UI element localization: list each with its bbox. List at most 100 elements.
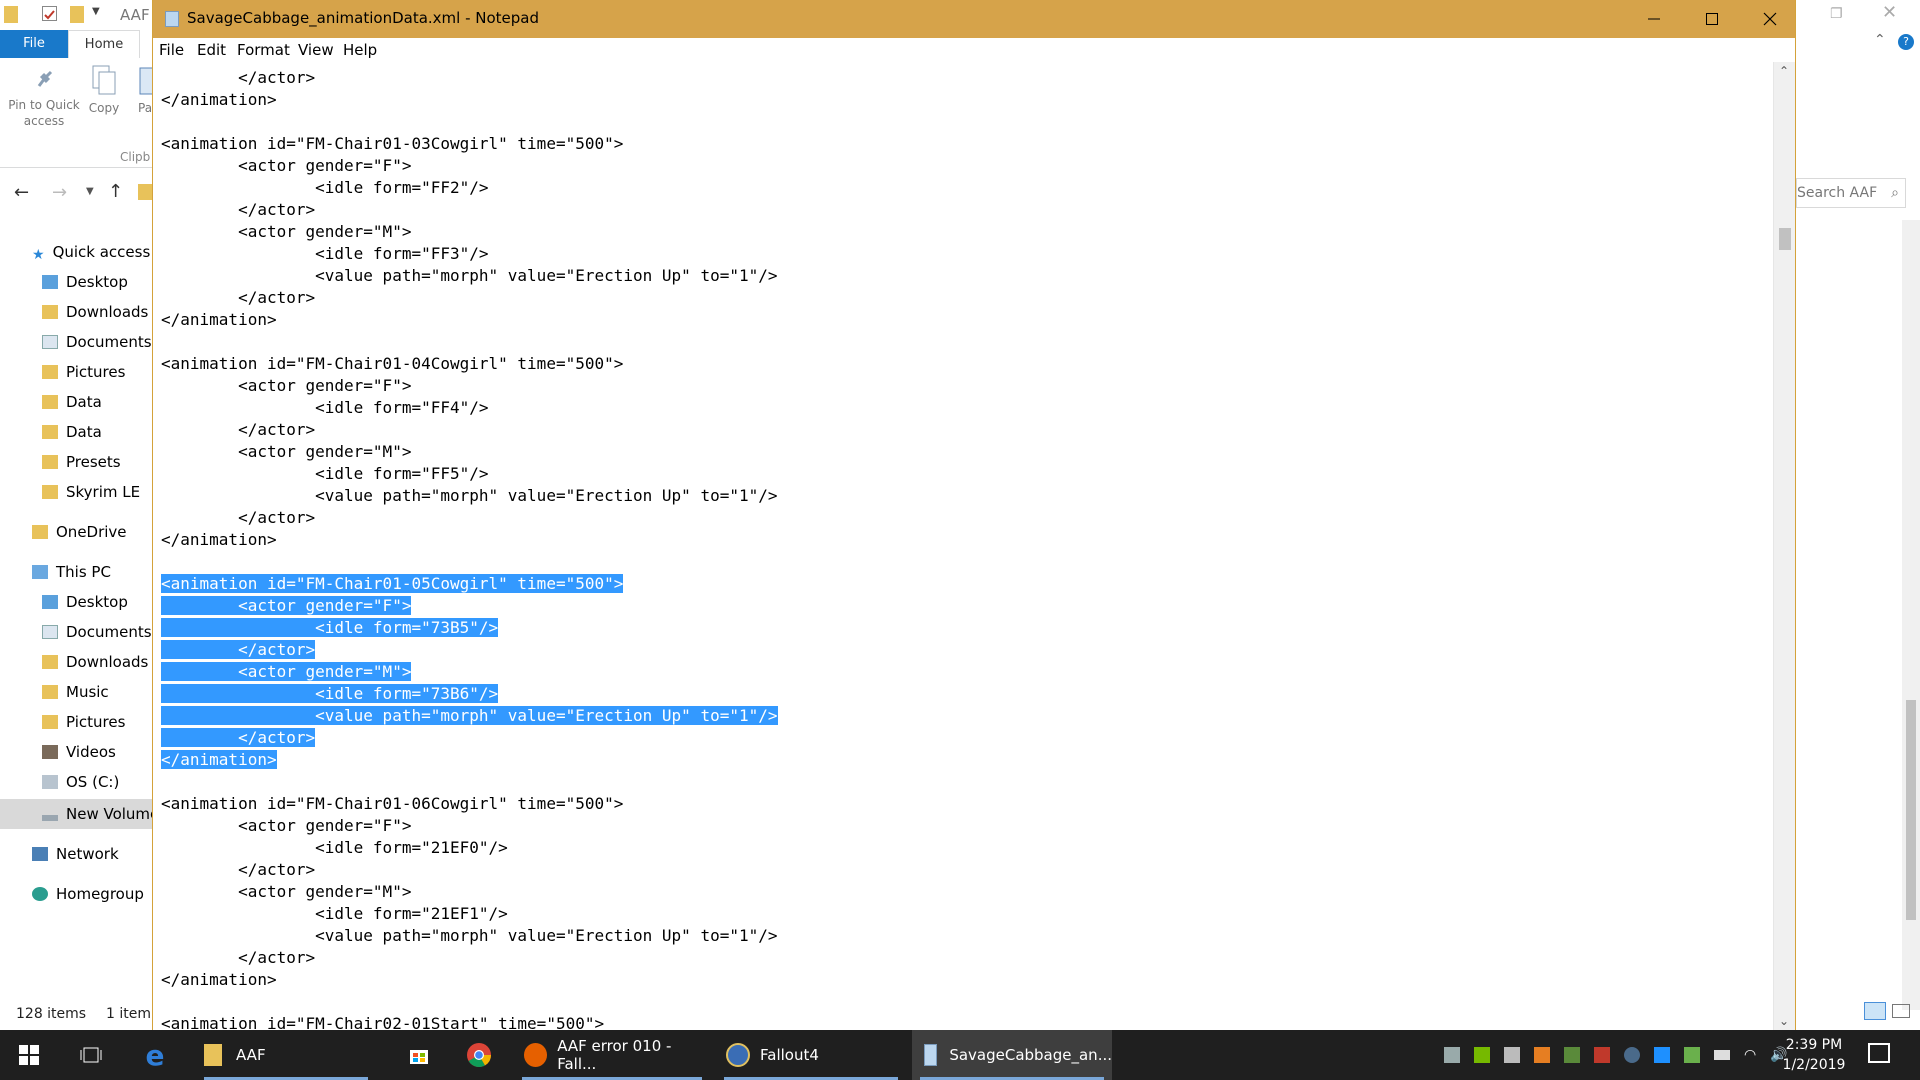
menu-file[interactable]: File (159, 41, 184, 59)
text-line (161, 111, 778, 133)
text-line: <animation id="FM-Chair02-01Start" time=… (161, 1013, 778, 1030)
nav-item-skyrim-le[interactable]: Skyrim LE (42, 478, 140, 506)
paste-button[interactable]: Pa (138, 64, 152, 115)
text-line-content: </actor> (161, 420, 316, 439)
text-line: </actor> (161, 639, 778, 661)
nav-pc-downloads[interactable]: Downloads (42, 648, 148, 676)
collapse-ribbon-icon[interactable]: ⌃ (1874, 32, 1886, 48)
restore-icon[interactable]: ❐ (1830, 6, 1843, 22)
nav-homegroup[interactable]: Homegroup (32, 880, 144, 908)
taskbar-item-fallout4[interactable]: Fallout4 (716, 1030, 906, 1080)
nav-item-data[interactable]: Data (42, 388, 102, 416)
text-line: </animation> (161, 529, 778, 551)
up-arrow-icon[interactable]: ↑ (108, 181, 123, 202)
details-view-icon[interactable] (1864, 1002, 1886, 1020)
chrome-button[interactable] (454, 1030, 504, 1080)
taskbar-item-firefox[interactable]: AAF error 010 - Fall... (514, 1030, 710, 1080)
nav-item-desktop[interactable]: Desktop (42, 268, 128, 296)
tab-home[interactable]: Home (68, 30, 140, 58)
forward-arrow-icon[interactable]: → (52, 182, 67, 203)
nav-label: Pictures (66, 713, 126, 731)
usb-icon[interactable] (1504, 1047, 1520, 1063)
nav-pc-documents[interactable]: Documents (42, 618, 152, 646)
text-line: </animation> (161, 749, 778, 771)
menu-help[interactable]: Help (343, 41, 377, 59)
task-view-button[interactable] (66, 1030, 116, 1080)
text-line: <value path="morph" value="Erection Up" … (161, 925, 777, 947)
nav-network[interactable]: Network (32, 840, 119, 868)
nvidia-icon[interactable] (1474, 1047, 1490, 1063)
start-button[interactable] (0, 1030, 58, 1080)
tray-app-icon[interactable] (1564, 1047, 1580, 1063)
nav-label: OS (C:) (66, 773, 120, 791)
taskbar-item-explorer[interactable]: AAF (196, 1030, 376, 1080)
nav-quick-access[interactable]: ★ Quick access (32, 238, 150, 266)
menu-edit[interactable]: Edit (197, 41, 226, 59)
onedrive-folder-icon (32, 525, 48, 539)
text-line: <idle form="73B6"/> (161, 683, 778, 705)
tray-app-icon[interactable] (1654, 1047, 1670, 1063)
nav-item-documents[interactable]: Documents (42, 328, 152, 356)
text-line: <idle form="73B5"/> (161, 617, 778, 639)
scroll-thumb[interactable] (1779, 228, 1791, 250)
tray-app-icon[interactable] (1684, 1047, 1700, 1063)
tray-app-icon[interactable] (1534, 1047, 1550, 1063)
battery-icon[interactable] (1714, 1050, 1730, 1060)
notepad-window: SavageCabbage_animationData.xml - Notepa… (152, 0, 1796, 1030)
back-arrow-icon[interactable]: ← (14, 182, 29, 203)
recent-locations-icon[interactable]: ▼ (86, 186, 94, 197)
new-folder-icon[interactable] (70, 6, 84, 23)
clock[interactable]: 2:39 PM 1/2/2019 (1764, 1035, 1864, 1075)
store-button[interactable] (394, 1030, 444, 1080)
nav-pc-pictures[interactable]: Pictures (42, 708, 125, 736)
computer-icon (32, 565, 48, 579)
tray-app-icon[interactable] (1594, 1047, 1610, 1063)
pin-to-quick-access-button[interactable]: Pin to Quick access (6, 64, 82, 129)
text-line: <actor gender="M"> (161, 441, 778, 463)
homegroup-icon (32, 887, 48, 901)
nav-item-presets[interactable]: Presets (42, 448, 121, 476)
tab-file[interactable]: File (0, 30, 68, 58)
vertical-scrollbar[interactable]: ⌃ ⌄ (1773, 62, 1795, 1030)
scroll-up-icon[interactable]: ⌃ (1779, 64, 1789, 78)
nav-pc-videos[interactable]: Videos (42, 738, 116, 766)
nav-pc-new-volume[interactable]: New Volume (42, 800, 159, 828)
close-button[interactable] (1741, 0, 1799, 38)
minimize-button[interactable] (1625, 0, 1683, 38)
nav-pc-os-c[interactable]: OS (C:) (42, 768, 119, 796)
properties-icon[interactable] (42, 6, 57, 21)
large-icons-view-icon[interactable] (1892, 1004, 1910, 1018)
close-icon[interactable]: ✕ (1882, 2, 1897, 23)
nav-pc-desktop[interactable]: Desktop (42, 588, 128, 616)
explorer-scrollbar[interactable] (1902, 220, 1920, 1010)
nav-item-data-2[interactable]: Data (42, 418, 102, 446)
action-center-icon[interactable] (1868, 1043, 1890, 1063)
text-line: <value path="morph" value="Erection Up" … (161, 705, 778, 727)
taskbar-item-notepad[interactable]: SavageCabbage_an... (912, 1030, 1112, 1080)
pictures-folder-icon (42, 715, 58, 729)
nav-item-downloads[interactable]: Downloads (42, 298, 148, 326)
menu-view[interactable]: View (298, 41, 334, 59)
nav-onedrive[interactable]: OneDrive (32, 518, 127, 546)
text-editor-area[interactable]: </actor> </animation> <animation id="FM-Ch… (153, 62, 1773, 1030)
nav-item-pictures[interactable]: Pictures (42, 358, 125, 386)
edge-button[interactable]: e (130, 1030, 180, 1080)
nav-pc-music[interactable]: Music (42, 678, 109, 706)
maximize-button[interactable] (1683, 0, 1741, 38)
nav-this-pc[interactable]: This PC (32, 558, 111, 586)
scroll-thumb[interactable] (1906, 700, 1916, 920)
help-icon[interactable]: ? (1898, 34, 1914, 50)
search-placeholder: Search AAF (1797, 185, 1878, 201)
drive-icon (42, 775, 58, 789)
notepad-titlebar[interactable]: SavageCabbage_animationData.xml - Notepa… (153, 0, 1795, 38)
search-input[interactable]: Search AAF ⌕ (1796, 178, 1906, 208)
copy-button[interactable]: Copy (84, 64, 124, 115)
tray-app-icon[interactable] (1444, 1047, 1460, 1063)
chevron-down-icon[interactable]: ▼ (92, 6, 106, 23)
scroll-down-icon[interactable]: ⌄ (1779, 1014, 1789, 1028)
steam-icon[interactable] (1624, 1047, 1640, 1063)
nav-label: Desktop (66, 593, 128, 611)
menu-format[interactable]: Format (237, 41, 290, 59)
documents-folder-icon (42, 335, 58, 349)
wifi-icon[interactable]: ◠ (1744, 1047, 1760, 1063)
